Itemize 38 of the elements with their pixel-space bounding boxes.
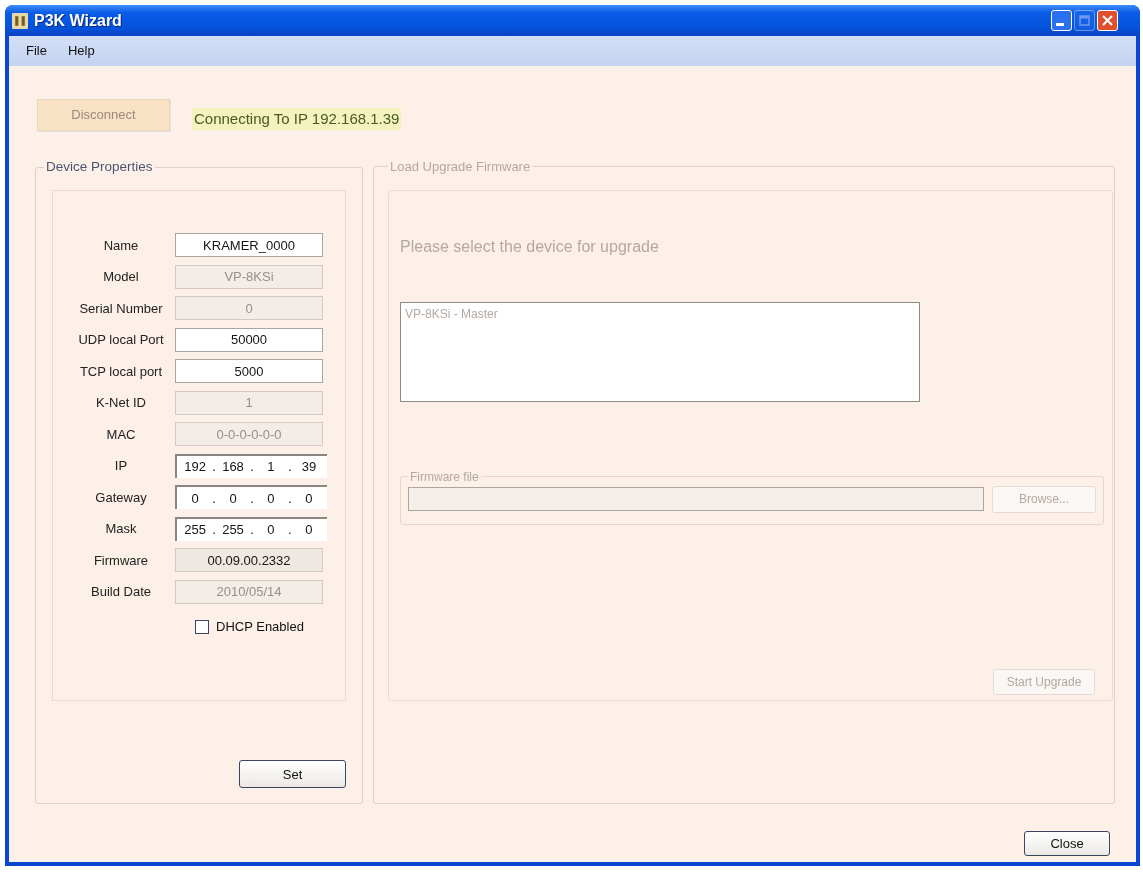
- device-prompt: Please select the device for upgrade: [400, 236, 660, 257]
- group-title: Load Upgrade Firmware: [389, 158, 532, 176]
- menu-item[interactable]: File: [18, 39, 55, 63]
- field-label: Gateway: [94, 488, 148, 507]
- field-label: Mask: [104, 520, 138, 538]
- group-title: Firmware file: [409, 468, 480, 486]
- field-label: Build Date: [90, 583, 152, 601]
- field-label: Model: [102, 268, 140, 286]
- text-field[interactable]: KRAMER_0000: [175, 233, 323, 258]
- field-label: Serial Number: [78, 299, 164, 318]
- maximize-icon: [1079, 15, 1090, 26]
- close-button[interactable]: Close: [1024, 831, 1110, 856]
- file-path-field[interactable]: [408, 487, 984, 511]
- app-icon: [12, 12, 28, 29]
- text-field[interactable]: 00.09.00.2332: [175, 548, 323, 573]
- field-label: TCP local port: [78, 362, 164, 381]
- ip-address-field[interactable]: 255 . 255 . 0 . 0: [175, 516, 327, 541]
- field-label: Firmware: [92, 551, 150, 570]
- field-label: Name: [102, 236, 140, 255]
- minimize-button[interactable]: [1051, 10, 1072, 31]
- text-field[interactable]: 5000: [175, 359, 323, 384]
- ip-address-field[interactable]: 192 . 168 . 1 . 39: [175, 453, 327, 478]
- text-field[interactable]: 50000: [175, 327, 323, 352]
- group-title: Device Properties: [45, 158, 154, 176]
- field-label: MAC: [105, 425, 137, 444]
- set-button[interactable]: Set: [239, 760, 346, 789]
- field-label: IP: [113, 457, 129, 475]
- field-label: K-Net ID: [95, 394, 147, 412]
- minimize-icon: [1056, 23, 1064, 26]
- menu-item[interactable]: Help: [59, 39, 103, 63]
- window-title: P3K Wizard: [34, 10, 122, 31]
- connection-status: Connecting To IP 192.168.1.39: [192, 107, 402, 131]
- close-button[interactable]: [1097, 10, 1118, 31]
- close-icon: [1102, 15, 1113, 26]
- ip-address-field[interactable]: 0 . 0 . 0 . 0: [175, 485, 327, 510]
- checkbox-label: DHCP Enabled: [216, 618, 304, 637]
- dhcp-checkbox[interactable]: [195, 620, 209, 634]
- field-label: UDP local Port: [77, 331, 165, 349]
